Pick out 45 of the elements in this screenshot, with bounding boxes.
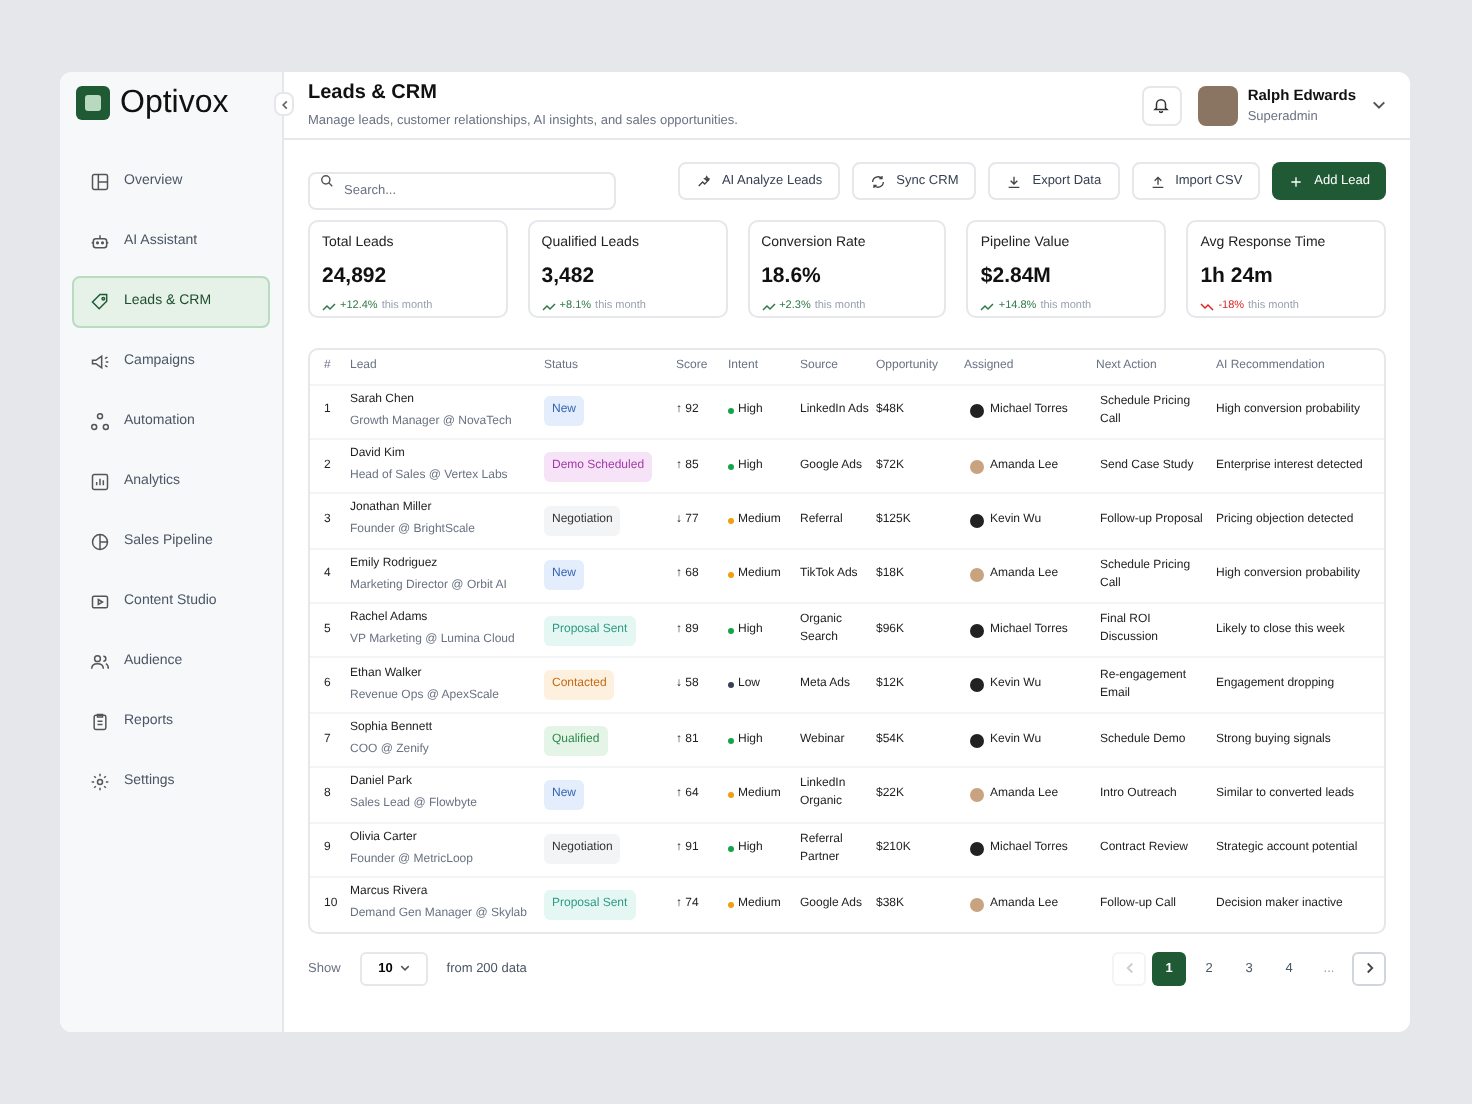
bell-icon [1152,96,1171,114]
stat-value: 3,482 [541,261,597,291]
nodes-icon [90,412,110,432]
pie-chart-icon [90,532,110,552]
sparkle-icon [695,173,712,189]
chevron-down-icon[interactable] [1372,100,1386,110]
search-icon [320,174,334,188]
layout-icon [90,172,110,192]
notification-button[interactable] [1141,85,1182,125]
brand-name: Optivox [120,87,229,119]
avatar [970,404,984,419]
chevron-left-icon [281,99,287,109]
users-icon [90,652,110,672]
collapse-button[interactable] [274,92,294,116]
chevron-down-icon [400,964,411,973]
chart-icon [90,472,110,492]
plus-icon [1288,173,1305,189]
avatar [970,513,984,528]
next-page-button[interactable] [1352,951,1386,986]
chevron-left-icon [1125,962,1133,975]
robot-icon [90,232,110,252]
stat-value: 18.6% [761,261,823,291]
clipboard-icon [90,712,110,732]
avatar [970,733,984,748]
avatar [970,842,984,857]
tag-icon [90,292,110,312]
stat-value: 1h 24m [1200,261,1275,291]
avatar [970,678,984,693]
avatar [970,623,984,638]
sync-icon [870,173,887,189]
play-icon [90,592,110,612]
logo-icon [76,86,110,120]
avatar [970,459,984,474]
stat-value: 24,892 [322,261,389,291]
avatar [970,568,984,583]
avatar [1197,85,1238,125]
avatar [970,787,984,802]
page-title: Leads & CRM [308,80,439,109]
download-icon [1006,173,1023,189]
megaphone-icon [90,352,110,372]
stat-value: $2.84M [980,261,1053,291]
avatar [970,897,984,912]
upload-icon [1149,173,1166,189]
gear-icon [90,772,110,792]
chevron-right-icon [1365,962,1373,975]
